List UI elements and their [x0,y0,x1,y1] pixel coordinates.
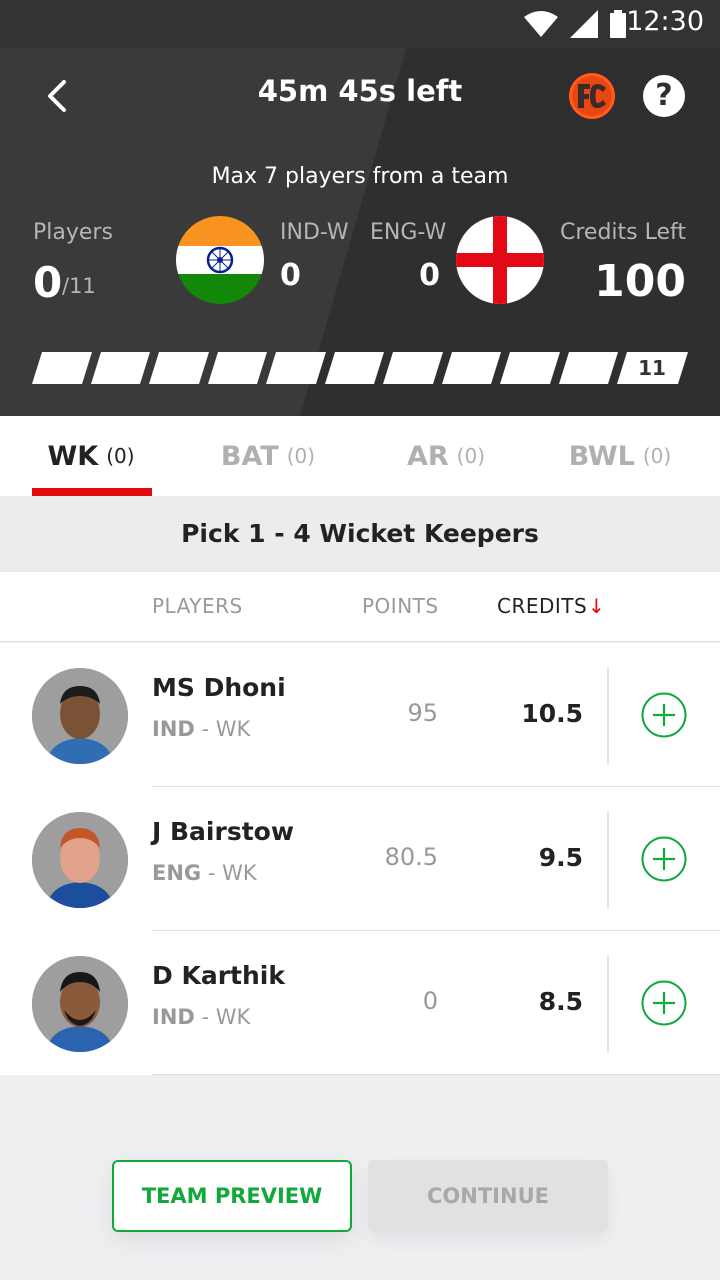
row-divider-vertical [607,667,609,765]
tab-wk-count: (0) [106,444,135,468]
active-tab-indicator [32,488,152,496]
max-players-note: Max 7 players from a team [211,164,509,189]
india-flag-icon [176,216,264,304]
position-tabs: WK (0) BAT (0) AR (0) BWL (0) [0,416,720,496]
tab-ar-label: AR [406,440,449,472]
status-bar: 12:30 [0,0,720,48]
pick-instruction: Pick 1 - 4 Wicket Keepers [0,496,720,572]
players-label: Players [33,220,113,245]
continue-button[interactable]: CONTINUE [368,1160,608,1232]
team1-name: IND-W [280,220,349,245]
progress-total: 11 [638,356,666,380]
column-points-sort[interactable]: POINTS [362,594,439,618]
team2-name: ENG-W [370,220,447,245]
add-player-plus-icon[interactable] [641,836,687,882]
tab-bat-count: (0) [286,444,316,468]
sort-arrow-icon: ↓ [588,594,605,618]
player-team-role: IND - WK [152,1005,251,1029]
team2-count: 0 [419,258,440,293]
player-credits: 8.5 [538,987,583,1016]
row-divider [152,1074,720,1075]
player-row[interactable]: J Bairstow ENG - WK 80.5 9.5 [0,787,720,931]
signal-icon [570,10,598,38]
team-preview-button[interactable]: TEAM PREVIEW [112,1160,352,1232]
player-points: 0 [422,987,438,1015]
player-row[interactable]: MS Dhoni IND - WK 95 10.5 [0,643,720,787]
column-header: PLAYERS POINTS CREDITS ↓ [0,572,720,642]
players-total: /11 [62,274,96,298]
player-name: MS Dhoni [152,673,286,702]
column-credits-sort[interactable]: CREDITS [497,594,587,618]
tab-bat[interactable]: BAT (0) [178,416,358,496]
team1-count: 0 [280,258,301,293]
player-credits: 9.5 [538,843,583,872]
england-flag-icon [456,216,544,304]
column-players: PLAYERS [152,594,243,618]
tab-ar-count: (0) [456,444,486,468]
tab-bwl-label: BWL [568,440,635,472]
player-team-role: ENG - WK [152,861,257,885]
player-credits: 10.5 [521,699,583,728]
player-avatar [32,812,128,908]
tab-bwl-count: (0) [642,444,672,468]
player-list: MS Dhoni IND - WK 95 10.5 J Bairstow ENG… [0,643,720,1075]
credits-left-label: Credits Left [559,220,686,245]
tab-ar[interactable]: AR (0) [356,416,536,496]
wifi-icon [524,11,558,37]
tab-bwl[interactable]: BWL (0) [530,416,710,496]
match-header: 12:30 45m 45s left ? Max 7 players from … [0,0,720,416]
add-player-plus-icon[interactable] [641,692,687,738]
tab-bat-label: BAT [220,440,279,472]
fc-logo-icon[interactable] [568,72,616,120]
player-avatar [32,668,128,764]
tab-wk[interactable]: WK (0) [0,416,182,496]
status-icons [524,10,626,38]
tab-wk-label: WK [47,440,99,472]
battery-icon [610,10,626,38]
player-team-role: IND - WK [152,717,251,741]
help-button[interactable]: ? [643,75,685,117]
status-time: 12:30 [626,6,704,37]
player-points: 80.5 [384,843,438,871]
player-avatar [32,956,128,1052]
row-divider-vertical [607,811,609,909]
player-name: J Bairstow [152,817,294,846]
players-count: 0 [33,258,63,307]
player-name: D Karthik [152,961,285,990]
player-row[interactable]: D Karthik IND - WK 0 8.5 [0,931,720,1075]
player-points: 95 [407,699,438,727]
add-player-plus-icon[interactable] [641,980,687,1026]
row-divider-vertical [607,955,609,1053]
credits-left-value: 100 [594,256,686,307]
selection-progress-bar [32,352,688,384]
